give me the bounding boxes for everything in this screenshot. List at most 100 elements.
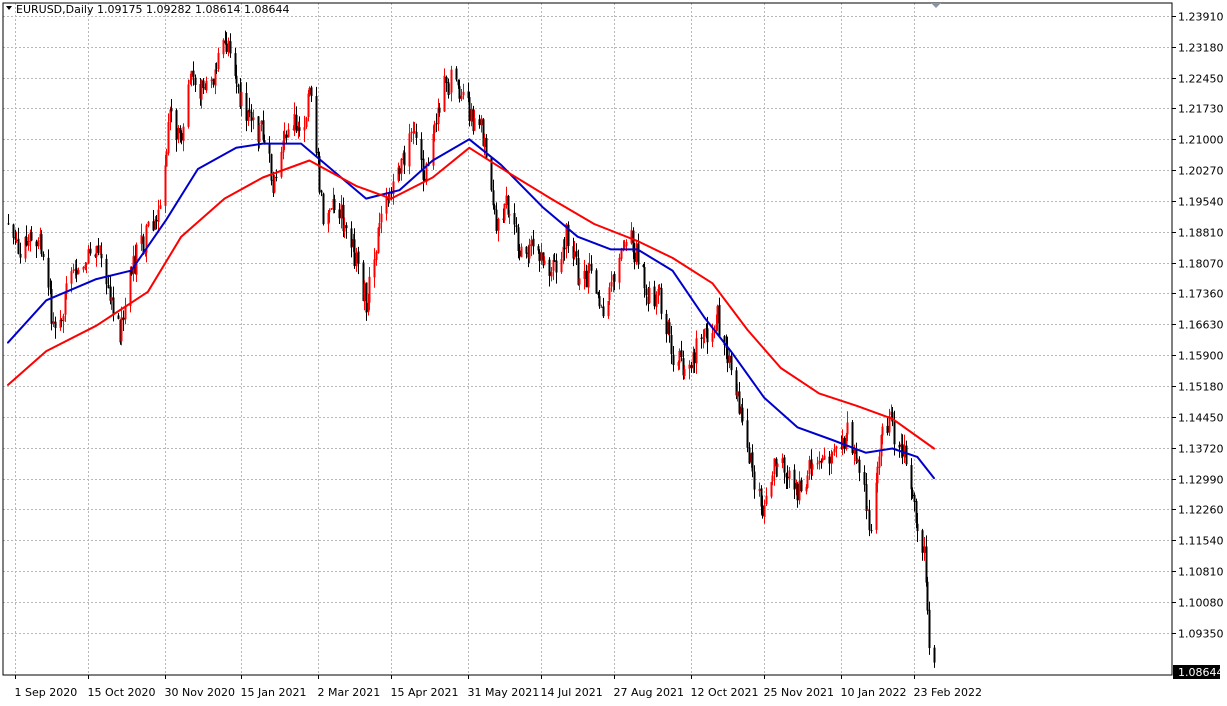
candle-body [893, 419, 896, 445]
candle-body [52, 321, 55, 324]
candle-body [100, 253, 103, 259]
candle-body [868, 510, 871, 531]
candle-body [373, 259, 376, 278]
candle-body [503, 203, 506, 221]
candle-body [308, 88, 311, 95]
price-chart[interactable]: 1.23910 1.23180 1.22450 1.21730 1.21000 1.202… [0, 0, 1227, 706]
candle-body [600, 306, 603, 308]
candle-body [275, 176, 278, 178]
candle-body [736, 391, 739, 397]
candle-body [182, 126, 185, 141]
candle-body [445, 76, 448, 84]
candle-body [633, 252, 636, 263]
candle-body [112, 297, 115, 316]
candle-body [225, 43, 228, 52]
candle-body [252, 117, 255, 121]
candle-body [408, 133, 411, 167]
candle-body [808, 460, 811, 475]
candle-body [818, 460, 821, 464]
candle-body [800, 479, 803, 492]
candle-body [505, 195, 508, 205]
candle-body [765, 495, 768, 505]
candle-body [923, 546, 926, 553]
candle-body [520, 246, 523, 258]
candle-body [110, 296, 113, 301]
candle-body [495, 209, 498, 231]
candle-body [375, 251, 378, 261]
candle-body [318, 156, 321, 192]
candle-body [548, 259, 551, 276]
candle-body [164, 165, 167, 206]
candle-body [460, 95, 463, 100]
candle-body [400, 158, 403, 174]
candle-body [17, 238, 20, 254]
chart-background [0, 0, 1227, 706]
candle-body [660, 288, 663, 314]
candle-body [303, 127, 306, 131]
candle-body [105, 258, 108, 285]
candle-body [613, 273, 616, 282]
candle-body [672, 354, 675, 366]
candle-body [645, 288, 648, 296]
candle-body [590, 263, 593, 271]
price-tick-label: 1.21000 [1178, 134, 1224, 147]
candle-body [75, 268, 78, 276]
candle-body [858, 459, 861, 473]
time-tick-label: 10 Jan 2022 [841, 686, 907, 699]
candle-body [385, 196, 388, 214]
price-tick-label: 1.18810 [1178, 227, 1224, 240]
price-tick-label: 1.13720 [1178, 443, 1224, 456]
candle-body [320, 190, 323, 193]
candle-body [338, 209, 341, 219]
candle-body [793, 469, 796, 490]
candle-body [683, 369, 686, 377]
candle-body [237, 84, 240, 88]
candle-body [846, 422, 849, 435]
candle-body [798, 481, 801, 501]
candle-body [194, 77, 197, 86]
price-tick-label: 1.15180 [1178, 381, 1224, 394]
candle-body [54, 321, 57, 329]
candle-body [473, 118, 476, 131]
candle-body [200, 79, 203, 100]
candle-body [870, 530, 873, 532]
candle-body [823, 455, 826, 460]
candle-body [72, 269, 75, 271]
candle-body [706, 328, 709, 343]
candle-body [343, 224, 346, 232]
candle-body [703, 329, 706, 337]
candle-body [693, 352, 696, 364]
time-tick-label: 1 Sep 2020 [15, 686, 78, 699]
candle-body [928, 609, 931, 649]
candle-body [602, 306, 605, 317]
price-tick-label: 1.12990 [1178, 474, 1224, 487]
candle-body [560, 259, 563, 273]
candle-body [462, 91, 465, 96]
candle-body [926, 581, 929, 611]
candle-body [455, 68, 458, 80]
candle-body [513, 213, 516, 225]
candle-body [643, 266, 646, 289]
candle-body [229, 41, 232, 54]
candle-body [240, 92, 243, 107]
candle-body [120, 317, 123, 342]
candle-body [881, 426, 884, 436]
candle-body [746, 420, 749, 448]
price-tick-label: 1.16630 [1178, 319, 1224, 332]
price-tick-label: 1.19540 [1178, 196, 1224, 209]
price-tick-label: 1.17360 [1178, 288, 1224, 301]
time-tick-label: 27 Aug 2021 [614, 686, 684, 699]
candle-body [811, 464, 814, 470]
candle-body [796, 483, 799, 501]
candle-body [623, 245, 626, 248]
candle-body [310, 87, 313, 97]
candle-body [898, 444, 901, 448]
candle-body [665, 313, 668, 335]
candle-body [763, 505, 766, 518]
candle-body [217, 52, 220, 70]
candle-body [15, 239, 18, 241]
candle-body [876, 466, 879, 484]
candle-body [157, 209, 160, 222]
candle-body [293, 114, 296, 130]
candle-body [365, 282, 368, 313]
